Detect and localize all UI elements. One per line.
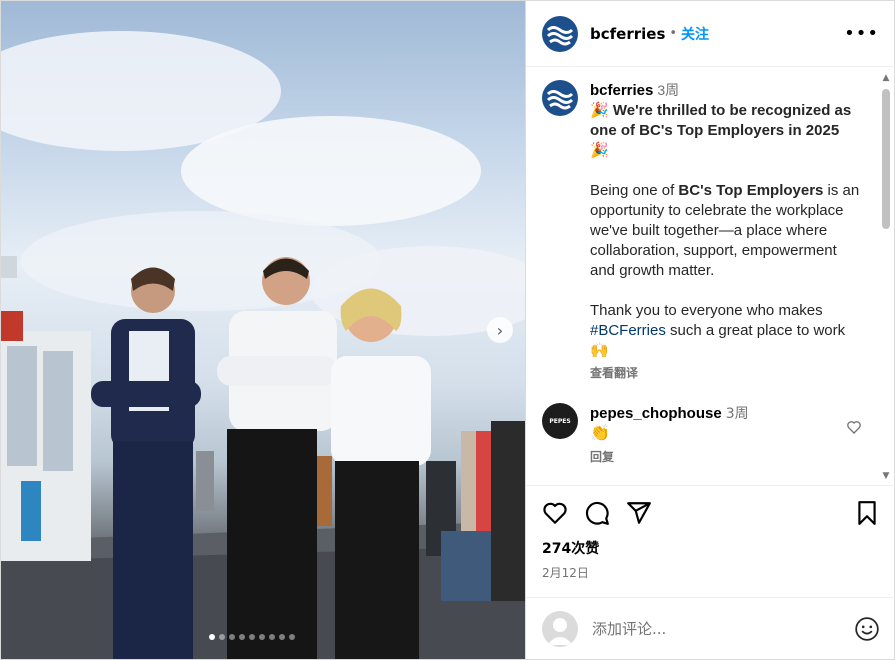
header-username[interactable]: bcferries xyxy=(590,25,665,43)
comment-like-heart-icon[interactable] xyxy=(846,419,862,435)
post-side-panel: bcferries • 关注 ••• bcferries 3周 🎉 We're … xyxy=(525,1,895,659)
scrollbar-thumb[interactable] xyxy=(882,89,890,229)
pepes-avatar[interactable]: PEPES xyxy=(542,403,578,439)
caption-block: bcferries 3周 🎉 We're thrilled to be recog… xyxy=(542,80,862,383)
caption-username[interactable]: bcferries xyxy=(590,82,653,99)
waves-logo-icon xyxy=(546,25,574,45)
post-header: bcferries • 关注 ••• xyxy=(526,1,895,67)
waves-logo-icon xyxy=(546,90,574,110)
instagram-post-modal: › bcferries • 关注 ••• bcferries 3周 🎉 We'r… xyxy=(0,0,895,660)
caption-text: bcferries 3周 🎉 We're thrilled to be recog… xyxy=(590,80,862,383)
comment-time: 3周 xyxy=(725,406,749,422)
carousel-dot[interactable] xyxy=(259,634,265,640)
p2-rest: such a great place to work xyxy=(665,322,846,339)
action-icons xyxy=(542,500,880,526)
p1-bold: BC's Top Employers xyxy=(678,182,824,199)
scroll-down-arrow-icon[interactable]: ▼ xyxy=(879,471,893,481)
caption-time: 3周 xyxy=(657,82,680,98)
like-heart-icon[interactable] xyxy=(542,500,568,526)
carousel-dot[interactable] xyxy=(279,634,285,640)
save-bookmark-icon[interactable] xyxy=(854,500,880,526)
caption-paragraph-2: Thank you to everyone who makes #BCFerri… xyxy=(590,301,862,361)
comments-scrollbar[interactable]: ▲ ▼ xyxy=(879,73,893,481)
actions-section: 274次赞 2月12日 xyxy=(526,485,895,581)
see-translation-link[interactable]: 查看翻译 xyxy=(590,363,862,383)
likes-count[interactable]: 274次赞 xyxy=(542,538,880,558)
comment-item: PEPES pepes_chophouse 3周 👏 回复 xyxy=(542,403,862,465)
comment-input[interactable]: 添加评论... xyxy=(592,618,666,639)
add-comment-bar: 添加评论... xyxy=(526,597,895,659)
caption-avatar[interactable] xyxy=(542,80,578,116)
headline-text: We're thrilled to be recognized as one o… xyxy=(590,102,852,139)
user-avatar xyxy=(542,610,578,647)
carousel-dot[interactable] xyxy=(269,634,275,640)
hashtag-link[interactable]: #BCFerries xyxy=(590,322,666,339)
carousel-dots xyxy=(209,634,295,640)
reply-button[interactable]: 回复 xyxy=(590,448,834,465)
post-date[interactable]: 2月12日 xyxy=(542,564,880,581)
comments-list[interactable]: bcferries 3周 🎉 We're thrilled to be recog… xyxy=(526,68,878,483)
carousel-dot[interactable] xyxy=(239,634,245,640)
carousel-dot[interactable] xyxy=(219,634,225,640)
bcferries-avatar[interactable] xyxy=(542,15,578,52)
comment-text: 👏 xyxy=(590,423,610,442)
header-separator: • xyxy=(669,26,678,41)
carousel-dot[interactable] xyxy=(289,634,295,640)
raised-hands-emoji: 🙌 xyxy=(590,342,609,359)
p2-prefix: Thank you to everyone who makes xyxy=(590,302,823,319)
emoji-icon[interactable] xyxy=(854,616,880,642)
caption-headline: 🎉 We're thrilled to be recognized as one… xyxy=(590,101,862,161)
party-emoji: 🎉 xyxy=(590,142,609,159)
carousel-dot[interactable] xyxy=(209,634,215,640)
comment-body: pepes_chophouse 3周 👏 回复 xyxy=(590,403,834,465)
follow-button[interactable]: 关注 xyxy=(681,24,709,44)
carousel-next-button[interactable]: › xyxy=(487,317,513,343)
default-user-icon xyxy=(547,617,573,645)
more-options-icon[interactable]: ••• xyxy=(844,23,879,44)
caption-paragraph-1: Being one of BC's Top Employers is an op… xyxy=(590,181,862,281)
carousel-dot[interactable] xyxy=(229,634,235,640)
scroll-up-arrow-icon[interactable]: ▲ xyxy=(879,73,893,83)
p1-prefix: Being one of xyxy=(590,182,679,199)
photo-scene xyxy=(1,31,525,659)
comment-username[interactable]: pepes_chophouse xyxy=(590,405,722,422)
chevron-right-icon: › xyxy=(496,320,504,340)
share-send-icon[interactable] xyxy=(626,500,652,526)
party-emoji: 🎉 xyxy=(590,102,609,119)
pepes-avatar-text: PEPES xyxy=(549,417,571,425)
carousel-dot[interactable] xyxy=(249,634,255,640)
comment-bubble-icon[interactable] xyxy=(584,500,610,526)
post-photo[interactable]: › xyxy=(1,1,525,659)
